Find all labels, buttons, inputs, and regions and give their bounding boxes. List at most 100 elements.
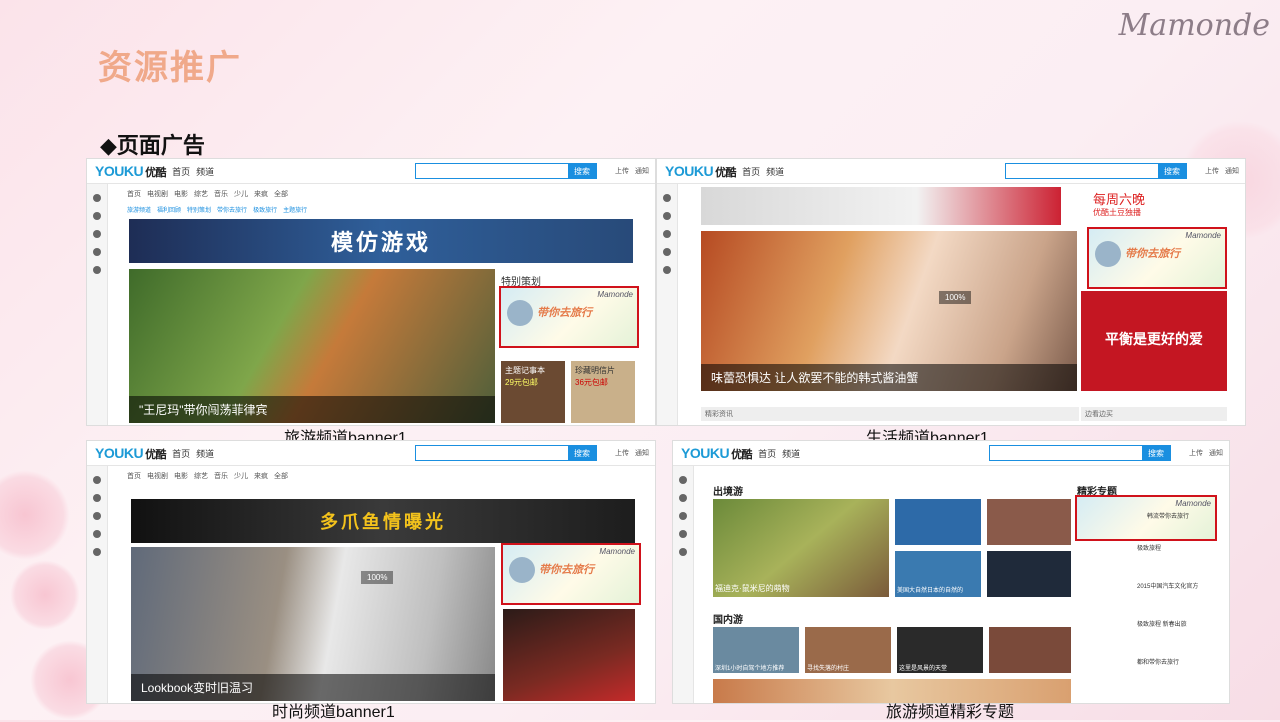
nav-icon[interactable] (93, 194, 101, 202)
nav-item[interactable]: 综艺 (194, 471, 208, 481)
nav-item[interactable]: 来疯 (254, 471, 268, 481)
notice-link[interactable]: 通知 (635, 166, 649, 176)
nav-icon[interactable] (93, 266, 101, 274)
nav-icon[interactable] (679, 476, 687, 484)
banner-sub: 优酷土豆独播 (1093, 208, 1141, 217)
home-link[interactable]: 首页 (172, 447, 190, 460)
nav-item[interactable]: 电视剧 (147, 471, 168, 481)
mamonde-ad-banner[interactable]: Mamonde 带你去旅行 (499, 286, 639, 348)
nav-icon[interactable] (679, 494, 687, 502)
home-link[interactable]: 首页 (758, 447, 776, 460)
promo-postcards[interactable]: 珍藏明信片 36元包邮 (571, 361, 635, 423)
nav-icon[interactable] (93, 530, 101, 538)
nav-icon[interactable] (663, 230, 671, 238)
nav-icon[interactable] (93, 476, 101, 484)
search-button[interactable]: 搜索 (1142, 446, 1170, 460)
thumb-caption: 寻找失落的村庄 (807, 666, 850, 672)
screenshot-life-channel: YOUKU 优酷 首页 频道 搜索 上传 通知 每周六晚 优酷土豆独播 100% 味… (656, 158, 1246, 426)
side-video[interactable] (503, 609, 635, 701)
channel-link[interactable]: 频道 (196, 165, 214, 178)
promo-banner[interactable]: 平衡是更好的爱 (1081, 291, 1227, 391)
shop-strip[interactable]: 边看边买 (1081, 407, 1227, 421)
search-button[interactable]: 搜索 (1158, 164, 1186, 178)
nav-icon[interactable] (93, 230, 101, 238)
youku-logo[interactable]: YOUKU 优酷 (95, 445, 167, 462)
nav-item[interactable]: 音乐 (214, 189, 228, 199)
nav-icon[interactable] (93, 212, 101, 220)
upload-link[interactable]: 上传 (1189, 448, 1203, 458)
subnav-item[interactable]: 福利回顾 (157, 205, 181, 214)
hero-video[interactable]: 100% Lookbook变时旧温习 (131, 547, 495, 701)
video-thumb[interactable] (987, 499, 1071, 545)
video-thumb[interactable] (895, 499, 981, 545)
search-box[interactable]: 搜索 (1005, 163, 1187, 179)
info-strip[interactable]: 精彩资讯 (701, 407, 1079, 421)
notice-link[interactable]: 通知 (1225, 166, 1239, 176)
nav-icon[interactable] (93, 512, 101, 520)
notice-link[interactable]: 通知 (1209, 448, 1223, 458)
mamonde-ad-banner[interactable]: Mamonde 带你去旅行 (501, 543, 641, 605)
subnav-item[interactable]: 特别策划 (187, 205, 211, 214)
nav-item[interactable]: 电影 (174, 189, 188, 199)
hero-video[interactable]: "王尼玛"带你闯荡菲律宾 (129, 269, 495, 423)
nav-icon[interactable] (663, 194, 671, 202)
channel-link[interactable]: 频道 (196, 447, 214, 460)
nav-icon[interactable] (663, 248, 671, 256)
subnav-item[interactable]: 极致旅行 (253, 205, 277, 214)
nav-icon[interactable] (679, 548, 687, 556)
topic-item[interactable]: 极致旅程 (1137, 543, 1161, 552)
youku-logo[interactable]: YOUKU 优酷 (681, 445, 753, 462)
nav-item[interactable]: 首页 (127, 189, 141, 199)
nav-item[interactable]: 综艺 (194, 189, 208, 199)
nav-item[interactable]: 全部 (274, 189, 288, 199)
nav-icon[interactable] (663, 266, 671, 274)
topic-item[interactable]: 2015中国汽车文化官方 (1137, 581, 1198, 590)
subnav-item[interactable]: 带你去旅行 (217, 205, 247, 214)
top-banner[interactable]: 模仿游戏 (129, 219, 633, 263)
nav-item[interactable]: 电影 (174, 471, 188, 481)
nav-item[interactable]: 首页 (127, 471, 141, 481)
sub-nav: 旅游频道 福利回顾 特别策划 带你去旅行 极致旅行 主题旅行 (127, 205, 307, 214)
video-thumb[interactable] (989, 627, 1071, 673)
search-box[interactable]: 搜索 (989, 445, 1171, 461)
topic-item[interactable]: 都和带你去旅行 (1137, 657, 1179, 666)
promo-notebook[interactable]: 主题记事本 29元包邮 (501, 361, 565, 423)
search-box[interactable]: 搜索 (415, 163, 597, 179)
subnav-item[interactable]: 主题旅行 (283, 205, 307, 214)
youku-logo[interactable]: YOUKU 优酷 (665, 163, 737, 180)
nav-icon[interactable] (679, 530, 687, 538)
channel-nav: 首页 电视剧 电影 综艺 音乐 少儿 来疯 全部 (127, 471, 288, 481)
nav-icon[interactable] (93, 548, 101, 556)
mamonde-ad-banner[interactable]: Mamonde 带你去旅行 (1087, 227, 1227, 289)
channel-link[interactable]: 频道 (782, 447, 800, 460)
home-link[interactable]: 首页 (742, 165, 760, 178)
search-button[interactable]: 搜索 (568, 446, 596, 460)
nav-item[interactable]: 全部 (274, 471, 288, 481)
top-bar: YOUKU 优酷 首页 频道 搜索 上传 通知 (657, 159, 1245, 184)
topic-item[interactable]: 极致旅程 新春出旅 (1137, 619, 1187, 628)
upload-link[interactable]: 上传 (615, 448, 629, 458)
mamonde-special-topic[interactable]: Mamonde 韩流带你去旅行 (1075, 495, 1217, 541)
notice-link[interactable]: 通知 (635, 448, 649, 458)
subnav-item[interactable]: 旅游频道 (127, 205, 151, 214)
home-link[interactable]: 首页 (172, 165, 190, 178)
hero-video[interactable]: 100% 味蕾恐惧达 让人欲罢不能的韩式酱油蟹 (701, 231, 1077, 391)
channel-link[interactable]: 频道 (766, 165, 784, 178)
nav-icon[interactable] (663, 212, 671, 220)
nav-icon[interactable] (93, 494, 101, 502)
search-button[interactable]: 搜索 (568, 164, 596, 178)
nav-item[interactable]: 少儿 (234, 471, 248, 481)
youku-logo[interactable]: YOUKU 优酷 (95, 163, 167, 180)
video-thumb[interactable] (987, 551, 1071, 597)
nav-item[interactable]: 音乐 (214, 471, 228, 481)
nav-icon[interactable] (93, 248, 101, 256)
nav-item[interactable]: 来疯 (254, 189, 268, 199)
nav-icon[interactable] (679, 512, 687, 520)
top-banner[interactable]: 多爪鱼情曝光 (131, 499, 635, 543)
nav-item[interactable]: 少儿 (234, 189, 248, 199)
upload-link[interactable]: 上传 (615, 166, 629, 176)
nav-item[interactable]: 电视剧 (147, 189, 168, 199)
top-banner[interactable] (701, 187, 1061, 225)
search-box[interactable]: 搜索 (415, 445, 597, 461)
upload-link[interactable]: 上传 (1205, 166, 1219, 176)
